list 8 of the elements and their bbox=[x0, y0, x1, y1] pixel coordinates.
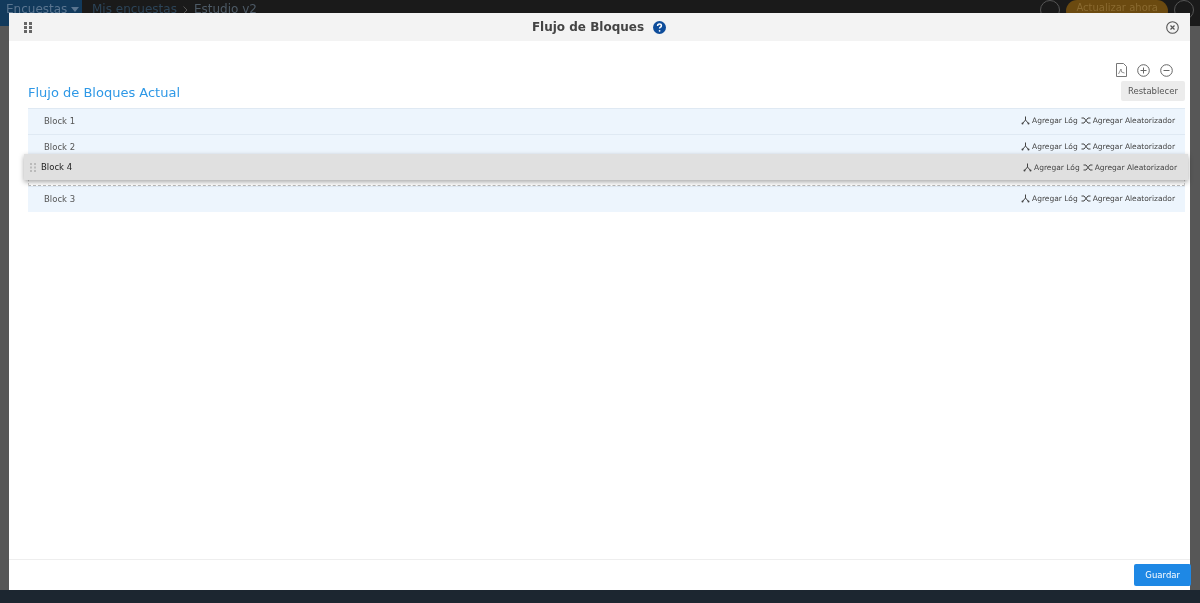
block-label: Block 3 bbox=[44, 194, 76, 204]
block-label: Block 2 bbox=[44, 142, 76, 152]
block-label: Block 1 bbox=[44, 116, 76, 126]
reset-button[interactable]: Restablecer bbox=[1120, 81, 1185, 101]
block-label: Block 4 bbox=[41, 162, 73, 172]
dialog-title: Flujo de Bloques bbox=[531, 20, 645, 34]
section-heading: Flujo de Bloques Actual bbox=[28, 84, 180, 100]
save-button[interactable]: Guardar bbox=[1134, 564, 1191, 586]
